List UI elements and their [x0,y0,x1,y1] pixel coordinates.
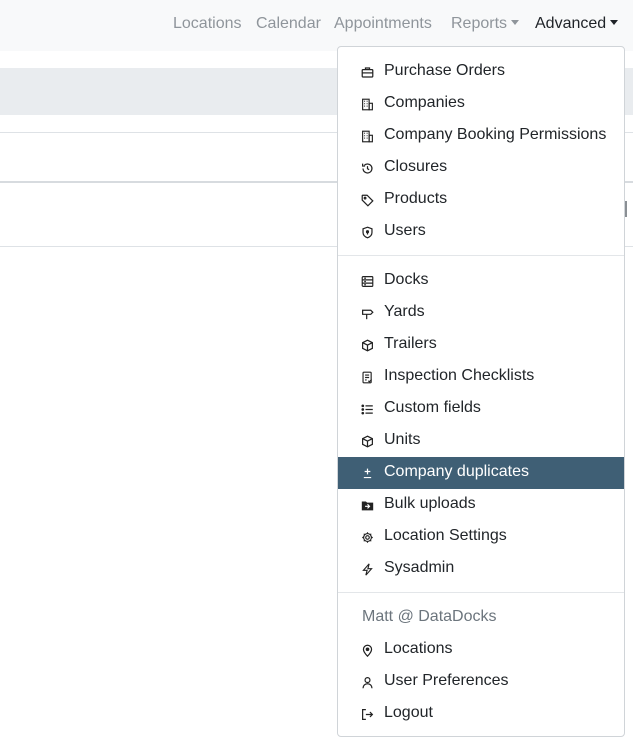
menu-item-label: Inspection Checklists [384,367,535,384]
menu-item-user-locations[interactable]: Locations [338,634,624,666]
person-icon [360,675,374,689]
menu-item-label: Companies [384,94,465,111]
box-icon [360,338,374,352]
menu-item-inspection-checklists[interactable]: Inspection Checklists [338,361,624,393]
menu-item-docks[interactable]: Docks [338,265,624,297]
menu-item-location-settings[interactable]: Location Settings [338,521,624,553]
menu-item-purchase-orders[interactable]: Purchase Orders [338,56,624,88]
menu-item-label: Products [384,190,448,207]
menu-item-label: Closures [384,158,448,175]
gear-icon [360,530,374,544]
dock-icon [360,274,374,288]
lightning-icon [360,562,374,576]
menu-divider [338,592,624,593]
shield-icon [360,225,374,239]
menu-item-company-duplicates[interactable]: Company duplicates [338,457,624,489]
menu-item-yards[interactable]: Yards [338,297,624,329]
nav-advanced-label: Advanced [535,15,607,32]
menu-item-label: User Preferences [384,672,509,689]
menu-item-products[interactable]: Products [338,184,624,216]
menu-item-sysadmin[interactable]: Sysadmin [338,553,624,585]
menu-divider [338,255,624,256]
menu-item-user-preferences[interactable]: User Preferences [338,666,624,698]
menu-item-companies[interactable]: Companies [338,88,624,120]
user-header: Matt @ DataDocks [362,608,497,625]
menu-item-label: Locations [384,640,453,657]
location-pin-icon [360,643,374,657]
folder-upload-icon [360,498,374,512]
list-icon [360,402,374,416]
menu-item-label: Users [384,222,426,239]
menu-item-users[interactable]: Users [338,216,624,248]
menu-item-label: Company Booking Permissions [384,126,607,143]
menu-item-label: Custom fields [384,399,481,416]
tag-icon [360,193,374,207]
logout-icon [360,707,374,721]
menu-item-label: Trailers [384,335,437,352]
nav-advanced[interactable]: Advanced [535,14,619,34]
nav-locations[interactable]: Locations [173,14,242,34]
menu-item-label: Purchase Orders [384,62,505,79]
menu-item-label: Company duplicates [384,463,529,480]
building-icon [360,129,374,143]
menu-item-label: Logout [384,704,433,721]
nav-calendar[interactable]: Calendar [256,14,321,34]
signpost-icon [360,306,374,320]
menu-item-label: Sysadmin [384,559,455,576]
nav-reports-label: Reports [451,15,508,32]
nav-appointments[interactable]: Appointments [334,14,432,34]
box-icon [360,434,374,448]
checklist-icon [360,370,374,384]
menu-item-custom-fields[interactable]: Custom fields [338,393,624,425]
chevron-down-icon [610,20,619,25]
menu-item-units[interactable]: Units [338,425,624,457]
advanced-dropdown-menu: Purchase Orders Companies Company Bookin… [337,46,625,737]
menu-item-label: Docks [384,271,429,288]
menu-item-label: Units [384,431,421,448]
menu-item-label: Yards [384,303,425,320]
plus-minus-icon [360,466,374,480]
history-icon [360,161,374,175]
menu-item-label: Location Settings [384,527,507,544]
building-icon [360,97,374,111]
menu-item-company-booking-permissions[interactable]: Company Booking Permissions [338,120,624,152]
menu-item-closures[interactable]: Closures [338,152,624,184]
menu-item-trailers[interactable]: Trailers [338,329,624,361]
menu-item-bulk-uploads[interactable]: Bulk uploads [338,489,624,521]
chevron-down-icon [511,20,520,25]
top-navbar: Locations Calendar Appointments Reports … [0,0,633,51]
briefcase-icon [360,65,374,79]
menu-item-logout[interactable]: Logout [338,698,624,730]
nav-reports[interactable]: Reports [451,14,520,34]
menu-item-label: Bulk uploads [384,495,476,512]
